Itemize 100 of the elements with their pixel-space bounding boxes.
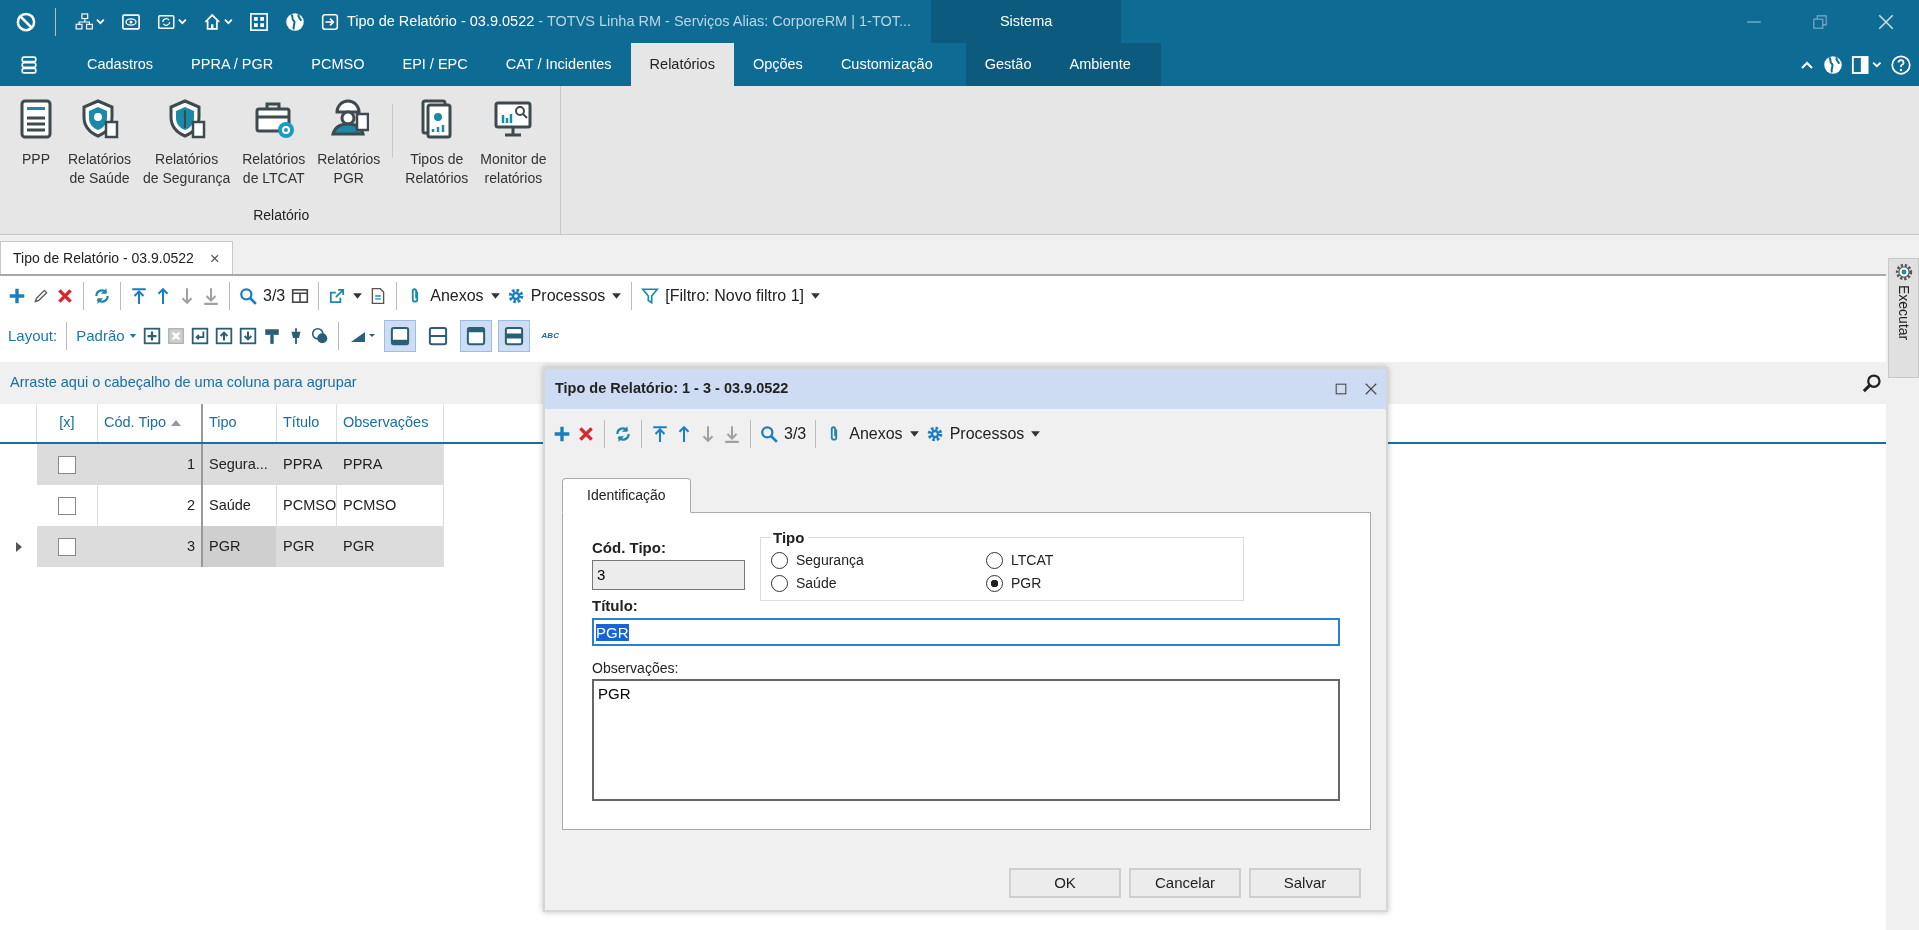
ribbon-button[interactable]: Relatórios de Saúde xyxy=(62,86,138,188)
caret-icon[interactable] xyxy=(489,292,501,300)
delete-icon[interactable] xyxy=(56,287,74,305)
caret-icon[interactable] xyxy=(611,292,623,300)
radio-option[interactable]: LTCAT xyxy=(986,550,1136,571)
radio-button[interactable] xyxy=(986,552,1003,569)
grid-window-icon[interactable] xyxy=(249,11,269,32)
caret-icon[interactable] xyxy=(810,292,822,300)
side-panel-tab[interactable]: Executar xyxy=(1888,258,1919,378)
layout-dropdown[interactable]: Padrão xyxy=(76,324,137,348)
row-checkbox[interactable] xyxy=(58,537,76,556)
row-checkbox[interactable] xyxy=(58,455,76,474)
menu-tab[interactable]: Gestão xyxy=(965,43,1051,86)
ribbon-button[interactable]: Relatórios de LTCAT xyxy=(236,86,312,188)
attachments-menu[interactable]: Anexos xyxy=(430,284,484,308)
menu-tab[interactable]: Cadastros xyxy=(68,43,173,86)
caret-icon[interactable] xyxy=(908,430,920,438)
column-header[interactable]: Tipo xyxy=(203,404,277,442)
globe-icon[interactable] xyxy=(1823,54,1843,75)
plus-icon[interactable] xyxy=(8,287,26,305)
export-icon[interactable] xyxy=(328,287,347,305)
columns-icon[interactable] xyxy=(291,287,310,305)
radio-option[interactable]: Saúde xyxy=(771,573,986,594)
attachments-menu[interactable]: Anexos xyxy=(849,422,903,446)
refresh-icon[interactable] xyxy=(614,425,632,443)
dialog-button[interactable]: Cancelar xyxy=(1129,868,1241,898)
ribbon-button[interactable]: Relatórios PGR xyxy=(311,86,387,188)
menu-tab[interactable]: EPI / EPC xyxy=(383,43,487,86)
record-counter: 3/3 xyxy=(784,424,807,444)
radio-option[interactable]: Segurança xyxy=(771,550,986,571)
column-header[interactable]: Observações xyxy=(337,404,444,442)
home-dropdown-icon[interactable] xyxy=(203,11,233,32)
tab-close-button[interactable]: × xyxy=(209,245,220,272)
menu-tab[interactable]: Ambiente xyxy=(1050,43,1161,86)
filter-icon[interactable] xyxy=(641,287,660,305)
sitemap-dropdown-icon[interactable] xyxy=(75,11,105,32)
return-box-icon[interactable] xyxy=(190,327,209,345)
ribbon-button[interactable]: Monitor de relatórios xyxy=(474,86,553,188)
menu-tab[interactable]: PCMSO xyxy=(292,43,384,86)
dialog-button[interactable]: Salvar xyxy=(1249,868,1361,898)
processes-menu[interactable]: Processos xyxy=(530,284,606,308)
plus-box-icon[interactable] xyxy=(142,327,161,345)
shapes-icon[interactable] xyxy=(310,327,329,345)
column-header[interactable]: Cód. Tipo xyxy=(98,404,203,442)
down-box-icon[interactable] xyxy=(238,327,257,345)
view-toggle-button[interactable] xyxy=(459,320,492,352)
code-field[interactable]: 3 xyxy=(592,559,745,590)
processes-menu[interactable]: Processos xyxy=(949,422,1025,446)
globe-icon[interactable] xyxy=(285,11,305,32)
filter-menu[interactable]: [Filtro: Novo filtro 1] xyxy=(665,284,805,308)
menu-icon[interactable] xyxy=(20,54,38,75)
title-field[interactable]: PGR xyxy=(592,617,1340,646)
eye-window-icon[interactable] xyxy=(121,11,141,32)
row-checkbox[interactable] xyxy=(58,496,76,515)
menu-tab[interactable]: Customização xyxy=(821,43,952,86)
column-header[interactable]: Título xyxy=(277,404,337,442)
gear-icon[interactable] xyxy=(925,425,944,443)
radio-button[interactable] xyxy=(771,575,788,592)
text-format-button[interactable]: ABC xyxy=(541,330,559,342)
search-icon[interactable] xyxy=(1862,373,1882,393)
maximize-icon[interactable] xyxy=(1334,382,1348,396)
first-record-icon[interactable] xyxy=(651,425,669,443)
paint-roller-icon[interactable] xyxy=(262,327,281,345)
block-icon[interactable] xyxy=(16,11,36,32)
ribbon-button[interactable]: Tipos de Relatórios xyxy=(399,86,475,188)
caret-icon[interactable] xyxy=(352,292,364,300)
delete-icon[interactable] xyxy=(577,425,595,443)
pencil-icon[interactable] xyxy=(32,287,50,305)
sort-ascending-icon[interactable] xyxy=(170,419,183,427)
bottom-panel-icon xyxy=(389,326,410,346)
ribbon-button[interactable]: Relatórios de Segurança xyxy=(137,86,237,188)
view-toggle-button[interactable] xyxy=(497,320,530,352)
help-icon[interactable] xyxy=(1891,54,1911,75)
up-box-icon[interactable] xyxy=(214,327,233,345)
refresh-icon[interactable] xyxy=(93,287,111,305)
radio-option[interactable]: PGR xyxy=(986,573,1136,594)
close-icon[interactable] xyxy=(1877,12,1895,31)
field-label: Título: xyxy=(592,596,639,616)
gear-icon[interactable] xyxy=(506,287,525,305)
radio-button[interactable] xyxy=(986,575,1003,592)
menu-tab[interactable]: PPRA / PGR xyxy=(172,43,293,86)
menu-tab[interactable]: CAT / Incidentes xyxy=(486,43,631,86)
notes-field[interactable]: PGR xyxy=(592,678,1340,801)
panel-layout-dropdown-icon[interactable] xyxy=(1851,54,1883,75)
table-cell: 3 xyxy=(98,526,203,567)
first-record-icon[interactable] xyxy=(130,287,148,305)
column-header[interactable]: [x] xyxy=(37,404,98,442)
view-toggle-button[interactable] xyxy=(383,320,416,352)
dialog-button[interactable]: OK xyxy=(1009,868,1121,898)
table-cell: PGR xyxy=(277,526,337,567)
caret-icon[interactable] xyxy=(1030,430,1042,438)
document-tab[interactable]: Tipo de Relatório - 03.9.0522 × xyxy=(0,241,233,275)
close-icon[interactable] xyxy=(1364,382,1378,396)
plus-icon[interactable] xyxy=(553,425,571,443)
ribbon-button[interactable]: PPP xyxy=(10,86,62,188)
radio-button[interactable] xyxy=(771,552,788,569)
table-cell: PGR xyxy=(337,526,444,567)
menu-tab[interactable]: Opções xyxy=(733,43,822,86)
form-tab[interactable]: Identificação xyxy=(562,478,691,513)
menu-tab[interactable]: Relatórios xyxy=(630,43,734,86)
